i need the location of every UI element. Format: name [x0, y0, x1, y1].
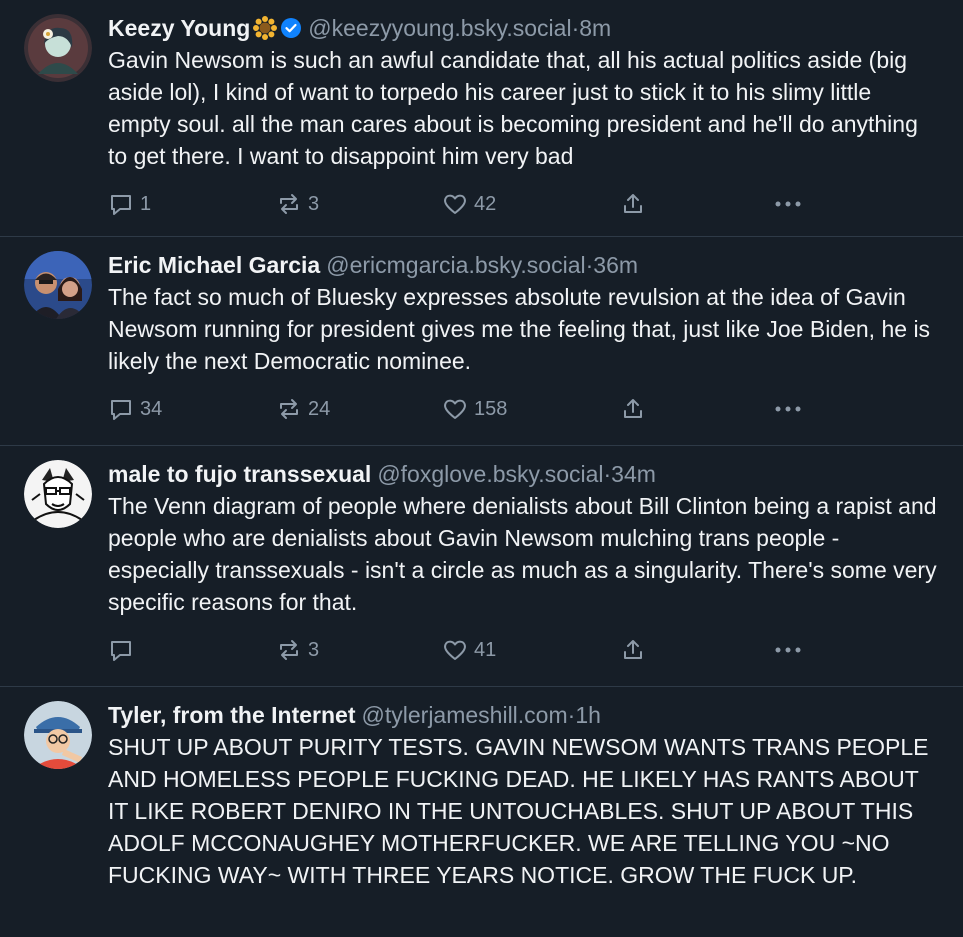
post-text: The fact so much of Bluesky expresses ab…: [108, 284, 931, 374]
post-feed: Keezy Young @keezyyoung.bsky.social · 8m…: [0, 0, 963, 937]
post-text: The Venn diagram of people where deniali…: [108, 493, 937, 615]
sunflower-emoji: [252, 15, 278, 41]
share-button[interactable]: [620, 396, 774, 422]
reply-button[interactable]: 34: [108, 396, 276, 422]
post-item[interactable]: male to fujo transsexual @foxglove.bsky.…: [0, 446, 963, 687]
avatar[interactable]: [24, 251, 92, 319]
separator: ·: [603, 461, 612, 487]
repost-count: 24: [308, 397, 331, 420]
avatar-illustration: [24, 14, 92, 82]
like-button[interactable]: 158: [442, 396, 620, 422]
post-text: Gavin Newsom is such an awful candidate …: [108, 47, 918, 169]
share-icon: [624, 399, 642, 418]
share-icon: [624, 640, 642, 659]
reply-icon: [111, 400, 131, 420]
repost-button[interactable]: 24: [276, 396, 442, 422]
heart-icon: [444, 194, 466, 214]
post-item[interactable]: Keezy Young @keezyyoung.bsky.social · 8m…: [0, 0, 963, 237]
post-time[interactable]: 8m: [579, 14, 611, 42]
reply-button[interactable]: [108, 637, 276, 663]
post-time[interactable]: 36m: [593, 251, 638, 279]
reply-count: 1: [140, 192, 152, 215]
avatar[interactable]: [24, 14, 92, 82]
post-actions: 3 41: [108, 636, 938, 664]
more-options-button[interactable]: [774, 646, 802, 654]
heart-icon: [444, 399, 466, 419]
separator: ·: [571, 15, 580, 41]
avatar[interactable]: [24, 460, 92, 528]
share-button[interactable]: [620, 191, 774, 217]
like-count: 158: [474, 397, 508, 420]
avatar[interactable]: [24, 701, 92, 769]
author-name[interactable]: male to fujo transsexual: [108, 460, 371, 488]
post-time[interactable]: 34m: [611, 460, 656, 488]
repost-button[interactable]: 3: [276, 637, 442, 663]
repost-count: 3: [308, 192, 320, 215]
post-time[interactable]: 1h: [575, 701, 601, 729]
like-count: 41: [474, 638, 497, 661]
like-button[interactable]: 41: [442, 637, 620, 663]
author-name[interactable]: Eric Michael Garcia: [108, 251, 320, 279]
post-actions: 34 24 158: [108, 395, 938, 423]
repost-icon: [280, 194, 298, 214]
heart-icon: [444, 640, 466, 660]
more-options-button[interactable]: [774, 405, 802, 413]
verified-badge-icon[interactable]: [280, 17, 302, 39]
author-handle[interactable]: @keezyyoung.bsky.social: [308, 14, 571, 42]
avatar-illustration: [24, 701, 92, 769]
reply-icon: [111, 195, 131, 215]
avatar-photo: [24, 251, 92, 319]
like-button[interactable]: 42: [442, 191, 620, 217]
avatar-illustration: [24, 460, 92, 528]
repost-icon: [280, 399, 298, 419]
author-name[interactable]: Tyler, from the Internet: [108, 701, 356, 729]
reply-icon: [111, 641, 131, 661]
reply-button[interactable]: 1: [108, 191, 276, 217]
post-actions: 1 3 42: [108, 190, 938, 218]
repost-icon: [280, 640, 298, 660]
repost-count: 3: [308, 638, 320, 661]
post-item[interactable]: Eric Michael Garcia @ericmgarcia.bsky.so…: [0, 237, 963, 446]
author-handle[interactable]: @ericmgarcia.bsky.social: [326, 251, 585, 279]
more-icon: [775, 647, 801, 653]
post-item[interactable]: Tyler, from the Internet @tylerjameshill…: [0, 687, 963, 937]
like-count: 42: [474, 192, 497, 215]
share-button[interactable]: [620, 637, 774, 663]
post-text: SHUT UP ABOUT PURITY TESTS. GAVIN NEWSOM…: [108, 734, 929, 888]
more-options-button[interactable]: [774, 200, 802, 208]
repost-button[interactable]: 3: [276, 191, 442, 217]
separator: ·: [567, 702, 576, 728]
author-name[interactable]: Keezy Young: [108, 14, 250, 42]
more-icon: [775, 201, 801, 207]
author-handle[interactable]: @tylerjameshill.com: [362, 701, 568, 729]
share-icon: [624, 194, 642, 213]
more-icon: [775, 406, 801, 412]
author-handle[interactable]: @foxglove.bsky.social: [377, 460, 603, 488]
reply-count: 34: [140, 397, 163, 420]
separator: ·: [585, 252, 594, 278]
